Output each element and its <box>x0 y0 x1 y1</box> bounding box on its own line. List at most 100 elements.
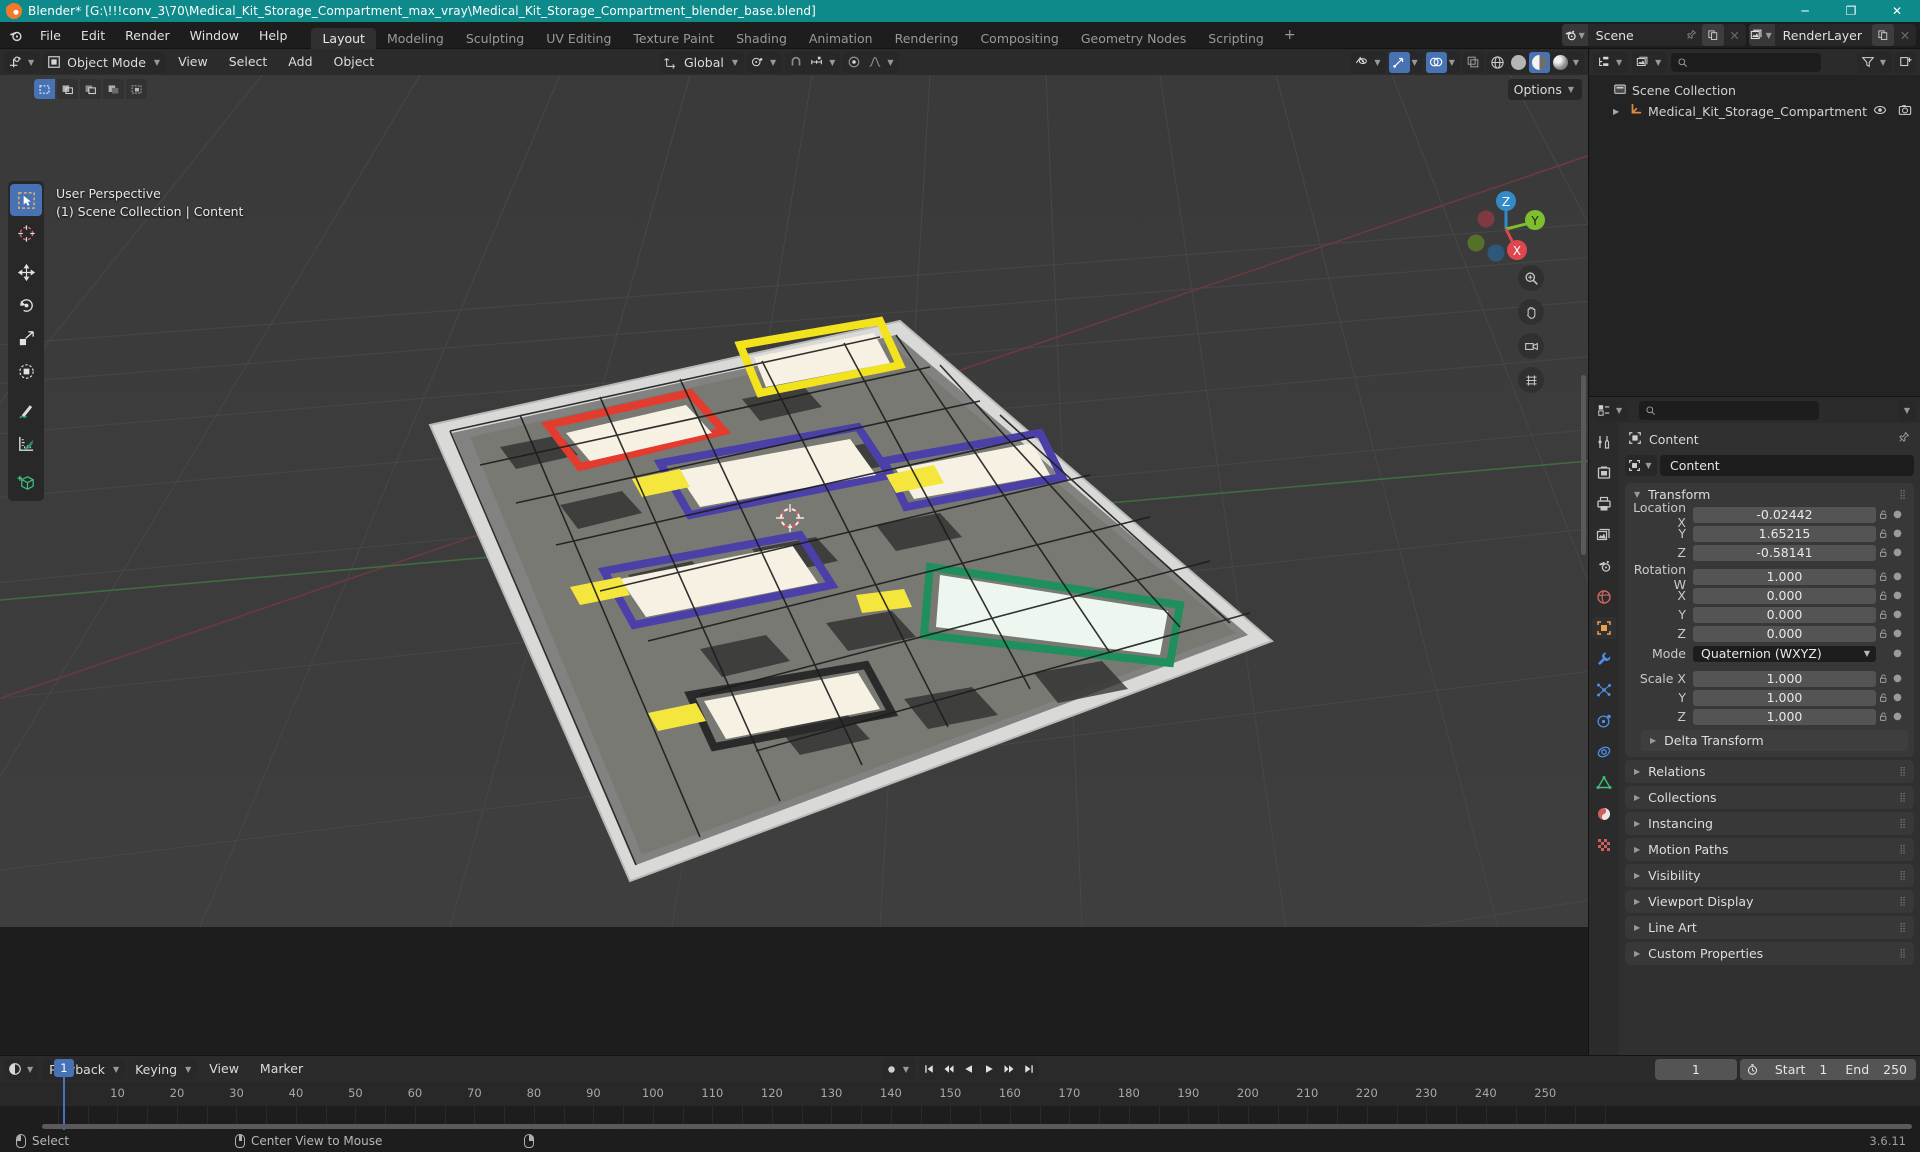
output-tab[interactable] <box>1592 493 1616 515</box>
current-frame-field[interactable]: 1 <box>1654 1058 1737 1080</box>
snap-to-selector[interactable] <box>806 52 827 73</box>
select-invert-icon[interactable] <box>103 79 124 99</box>
object-visibility-icon[interactable] <box>1351 52 1372 73</box>
tab-rendering[interactable]: Rendering <box>884 28 970 49</box>
animate-rotation-x-icon[interactable]: ● <box>1891 590 1904 601</box>
menu-file[interactable]: File <box>30 22 71 49</box>
tab-sculpting[interactable]: Sculpting <box>455 28 535 49</box>
constraints-tab[interactable] <box>1592 741 1616 763</box>
minimize-button[interactable]: ─ <box>1782 0 1828 22</box>
previous-keyframe-button[interactable] <box>939 1058 960 1080</box>
drag-grip-icon[interactable]: ⣿ <box>1899 871 1907 881</box>
lock-location-z-icon[interactable] <box>1876 547 1891 558</box>
outliner-row-object[interactable]: ▶ Medical_Kit_Storage_Compartment <box>1589 101 1920 122</box>
lock-scale-y-icon[interactable] <box>1876 692 1891 703</box>
viewport-menu-view[interactable]: View <box>169 49 217 75</box>
object-name-field[interactable]: Content <box>1660 455 1914 476</box>
animate-rotation-z-icon[interactable]: ● <box>1891 628 1904 639</box>
panel-header-viewport-display[interactable]: ▶ Viewport Display ⣿ <box>1625 890 1914 913</box>
end-frame-field[interactable]: End 250 <box>1836 1062 1916 1077</box>
field-rotation-w[interactable]: 1.000 <box>1693 568 1876 585</box>
scale-tool[interactable] <box>10 322 42 354</box>
toggle-ortho-icon[interactable] <box>1518 367 1544 393</box>
show-gizmo-icon[interactable] <box>1388 51 1410 73</box>
drag-grip-icon[interactable]: ⣿ <box>1899 490 1907 500</box>
tab-scripting[interactable]: Scripting <box>1197 28 1275 49</box>
tab-shading[interactable]: Shading <box>725 28 798 49</box>
transform-orientation-selector[interactable]: Global ▼ <box>660 51 745 73</box>
animate-location-z-icon[interactable]: ● <box>1891 547 1904 558</box>
add-cube-tool[interactable] <box>10 466 42 498</box>
field-rotation-x[interactable]: 0.000 <box>1693 587 1876 604</box>
timeline-scrollbar[interactable] <box>42 1124 1912 1129</box>
panel-header-instancing[interactable]: ▶ Instancing ⣿ <box>1625 812 1914 835</box>
expand-triangle-icon[interactable]: ▶ <box>1613 107 1624 116</box>
animate-scale-y-icon[interactable]: ● <box>1891 692 1904 703</box>
drag-grip-icon[interactable]: ⣿ <box>1899 819 1907 829</box>
outliner-editor-type-icon[interactable]: ▼ <box>1593 51 1629 73</box>
lock-location-y-icon[interactable] <box>1876 528 1891 539</box>
start-frame-field[interactable]: Start 1 <box>1766 1062 1837 1077</box>
next-keyframe-button[interactable] <box>999 1058 1020 1080</box>
panel-relations[interactable]: ▶ Relations ⣿ <box>1625 760 1914 783</box>
shading-rendered-icon[interactable] <box>1550 52 1571 73</box>
field-rotation-mode[interactable]: Quaternion (WXYZ) ▼ <box>1693 645 1876 662</box>
panel-header-relations[interactable]: ▶ Relations ⣿ <box>1625 760 1914 783</box>
panel-visibility[interactable]: ▶ Visibility ⣿ <box>1625 864 1914 887</box>
subpanel-delta-transform[interactable]: ▶ Delta Transform <box>1641 730 1908 751</box>
field-scale-z[interactable]: 1.000 <box>1693 708 1876 725</box>
render-tab[interactable] <box>1592 462 1616 484</box>
outliner-filter-icon[interactable]: ▼ <box>1856 51 1892 73</box>
menu-help[interactable]: Help <box>249 22 298 49</box>
view-layer-selector[interactable]: ▼ RenderLayer ✕ <box>1748 24 1916 46</box>
field-location-x[interactable]: -0.02442 <box>1693 506 1876 523</box>
field-rotation-z[interactable]: 0.000 <box>1693 625 1876 642</box>
animate-location-y-icon[interactable]: ● <box>1891 528 1904 539</box>
proportional-editing-icon[interactable] <box>843 52 864 73</box>
tweak-tool[interactable] <box>10 184 42 216</box>
menu-render[interactable]: Render <box>115 22 180 49</box>
pin-id-icon[interactable] <box>1897 431 1910 447</box>
view-layer-tab[interactable] <box>1592 524 1616 546</box>
rotate-tool[interactable] <box>10 289 42 321</box>
timeline-editor-type-icon[interactable]: ▼ <box>4 1058 40 1080</box>
texture-tab[interactable] <box>1592 834 1616 856</box>
tab-animation[interactable]: Animation <box>798 28 884 49</box>
timeline-menu-keying[interactable]: Keying ▼ <box>128 1058 198 1080</box>
tab-modeling[interactable]: Modeling <box>376 28 455 49</box>
panel-header-visibility[interactable]: ▶ Visibility ⣿ <box>1625 864 1914 887</box>
play-reverse-button[interactable] <box>959 1058 980 1080</box>
add-workspace-button[interactable]: + <box>1275 22 1305 49</box>
panel-header-transform[interactable]: ▼ Transform ⣿ <box>1625 483 1914 506</box>
menu-edit[interactable]: Edit <box>71 22 115 49</box>
field-rotation-y[interactable]: 0.000 <box>1693 606 1876 623</box>
particles-tab[interactable] <box>1592 679 1616 701</box>
timeline-menu-marker[interactable]: Marker <box>251 1056 312 1082</box>
lock-rotation-w-icon[interactable] <box>1876 571 1891 582</box>
hide-in-viewport-icon[interactable] <box>1873 103 1887 120</box>
editor-type-selector[interactable]: ▼ <box>4 51 41 73</box>
animate-rotation-y-icon[interactable]: ● <box>1891 609 1904 620</box>
outliner-new-collection-icon[interactable] <box>1895 51 1916 73</box>
lock-scale-z-icon[interactable] <box>1876 711 1891 722</box>
animate-rotation-mode-icon[interactable]: ● <box>1891 648 1904 659</box>
scene-tab[interactable] <box>1592 555 1616 577</box>
annotate-tool[interactable] <box>10 394 42 426</box>
drag-grip-icon[interactable]: ⣿ <box>1899 793 1907 803</box>
animate-scale-z-icon[interactable]: ● <box>1891 711 1904 722</box>
outliner-display-mode-icon[interactable]: ▼ <box>1632 51 1668 73</box>
remove-view-layer-icon[interactable]: ✕ <box>1894 24 1916 46</box>
snap-magnet-icon[interactable] <box>785 52 806 73</box>
field-scale-y[interactable]: 1.000 <box>1693 689 1876 706</box>
tab-compositing[interactable]: Compositing <box>969 28 1069 49</box>
timeline-ruler[interactable]: 10 20 30 40 50 60 70 80 90 100 110 120 130 140 150 160 1… <box>0 1082 1920 1106</box>
3d-viewport[interactable]: User Perspective (1) Scene Collection | … <box>0 75 1588 927</box>
properties-options-icon[interactable]: ▼ <box>1897 399 1916 421</box>
scene-selector[interactable]: ▼ Scene ✕ <box>1561 24 1746 46</box>
animate-rotation-w-icon[interactable]: ● <box>1891 571 1904 582</box>
xray-toggle-icon[interactable] <box>1462 51 1484 73</box>
panel-header-custom-properties[interactable]: ▶ Custom Properties ⣿ <box>1625 942 1914 965</box>
select-intersect-icon[interactable] <box>126 79 147 99</box>
properties-editor-type-icon[interactable]: ▼ <box>1593 399 1629 421</box>
viewport-options-button[interactable]: Options ▼ <box>1507 79 1582 100</box>
